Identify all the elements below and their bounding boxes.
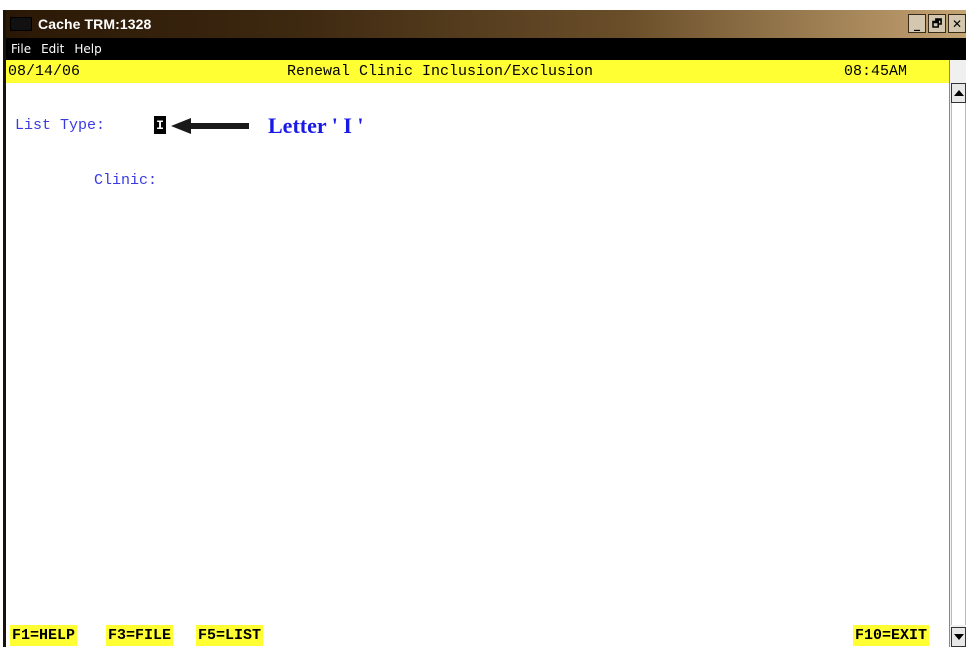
scroll-down-button[interactable] xyxy=(951,627,966,647)
title-bar[interactable]: Cache TRM:1328 _ 🗗 ✕ xyxy=(6,10,966,38)
vertical-scrollbar[interactable] xyxy=(949,60,966,647)
menu-edit[interactable]: Edit xyxy=(41,42,64,56)
annotation-text: Letter ' I ' xyxy=(268,113,364,138)
scroll-up-button[interactable] xyxy=(951,83,966,103)
menu-file[interactable]: File xyxy=(11,42,31,56)
screen-header: 08/14/06 Renewal Clinic Inclusion/Exclus… xyxy=(6,60,949,83)
minimize-button[interactable]: _ xyxy=(908,14,926,33)
close-button[interactable]: ✕ xyxy=(948,14,966,33)
up-arrow-icon xyxy=(953,90,964,96)
clinic-label: Clinic: xyxy=(94,172,158,189)
f3-file-key[interactable]: F3=FILE xyxy=(106,625,174,646)
list-type-label: List Type: xyxy=(15,117,106,134)
down-arrow-icon xyxy=(953,634,964,640)
window-controls: _ 🗗 ✕ xyxy=(908,14,966,33)
f1-help-key[interactable]: F1=HELP xyxy=(10,625,78,646)
scroll-track[interactable] xyxy=(951,103,966,625)
list-type-input[interactable]: I xyxy=(154,116,166,134)
window-title: Cache TRM:1328 xyxy=(38,16,152,32)
f5-list-key[interactable]: F5=LIST xyxy=(196,625,264,646)
f10-exit-key[interactable]: F10=EXIT xyxy=(853,625,930,646)
left-arrow-icon xyxy=(171,118,249,134)
header-time: 08:45AM xyxy=(844,63,908,80)
header-title: Renewal Clinic Inclusion/Exclusion xyxy=(287,63,594,80)
header-date: 08/14/06 xyxy=(8,63,81,80)
menu-help[interactable]: Help xyxy=(74,42,101,56)
menu-bar: File Edit Help xyxy=(6,38,966,60)
terminal-window: Cache TRM:1328 _ 🗗 ✕ File Edit Help 08/1… xyxy=(3,10,966,647)
app-icon xyxy=(10,17,32,31)
restore-button[interactable]: 🗗 xyxy=(928,14,946,33)
terminal-screen[interactable]: 08/14/06 Renewal Clinic Inclusion/Exclus… xyxy=(6,60,949,647)
